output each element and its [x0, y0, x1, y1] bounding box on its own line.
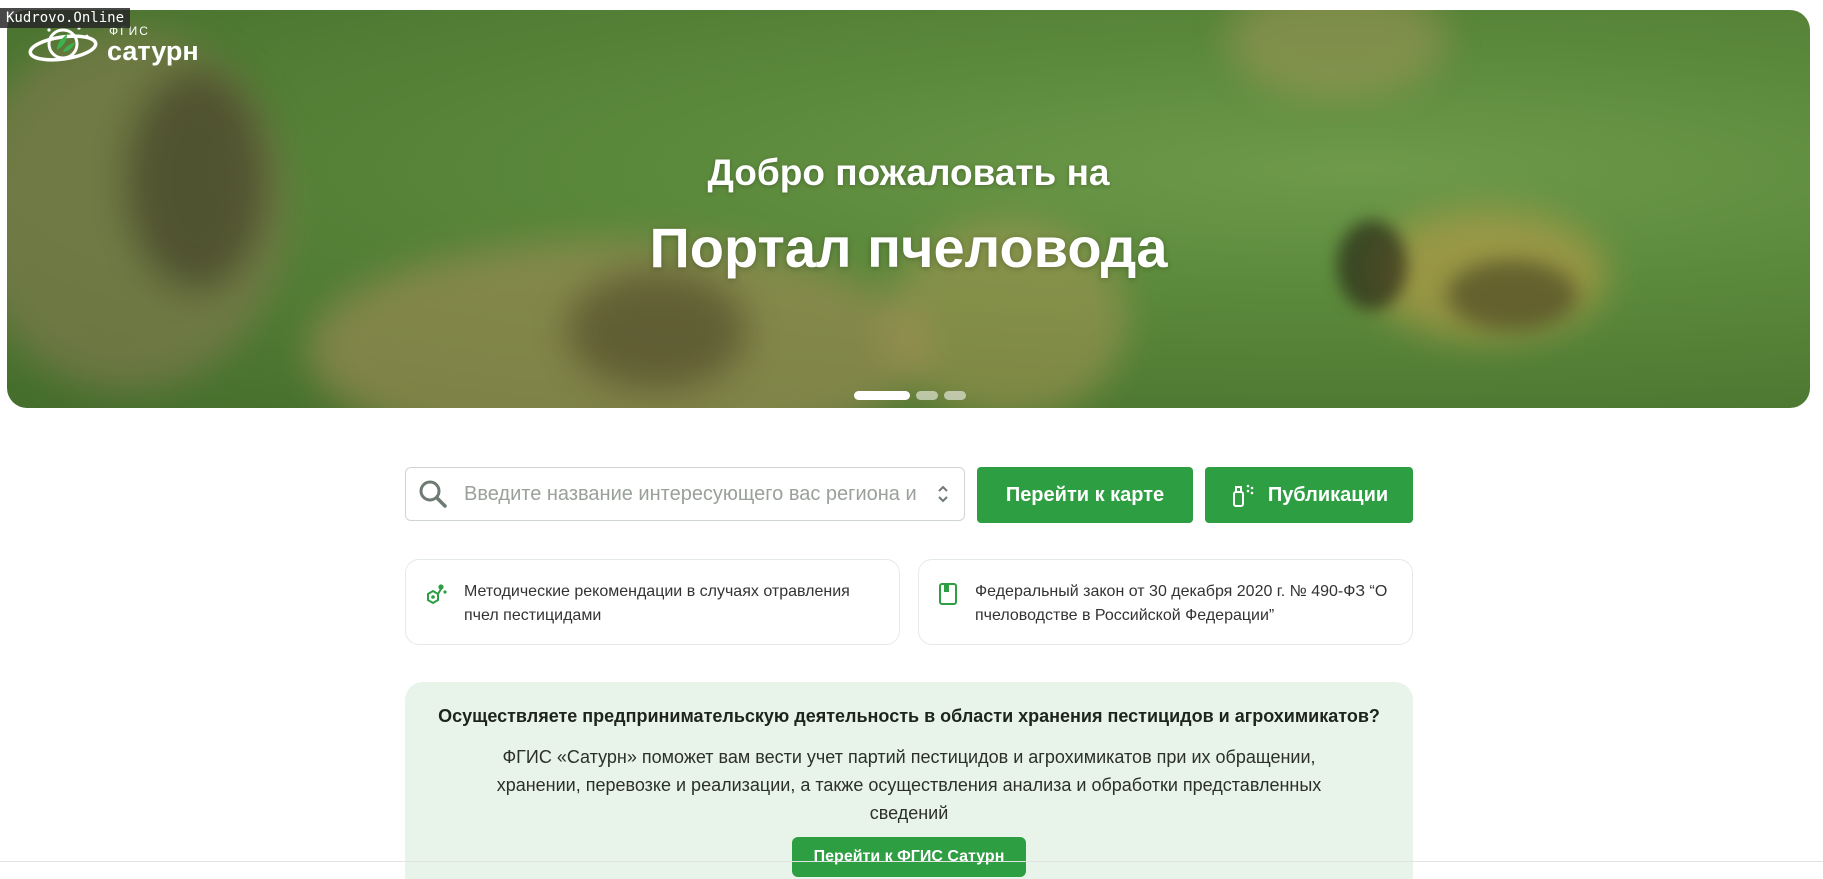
site-logo[interactable]: ФГИС сатурн — [27, 22, 199, 68]
card-text: Федеральный закон от 30 декабря 2020 г. … — [975, 583, 1388, 624]
hero-title: Портал пчеловода — [649, 216, 1168, 279]
carousel-dot-3[interactable] — [944, 391, 966, 400]
carousel-dot-1[interactable] — [854, 391, 910, 400]
go-to-saturn-button[interactable]: Перейти к ФГИС Сатурн — [791, 837, 1027, 877]
carousel-dots — [854, 391, 966, 400]
hero-carousel: ФГИС сатурн Добро пожаловать на Портал п… — [7, 10, 1810, 408]
logo-name: сатурн — [107, 36, 199, 66]
card-recommendations[interactable]: Методические рекомендации в случаях отра… — [405, 559, 900, 645]
spray-bottle-icon — [1232, 484, 1254, 507]
promo-question: Осуществляете предпринимательскую деятел… — [438, 706, 1380, 726]
saturn-promo-panel: Осуществляете предпринимательскую деятел… — [405, 682, 1413, 879]
region-search[interactable] — [405, 467, 965, 521]
hero-subtitle: Добро пожаловать на — [707, 152, 1110, 193]
saturn-logo-icon — [28, 26, 98, 62]
hero-bg-shape — [567, 270, 747, 390]
chevron-updown-icon[interactable] — [936, 483, 950, 505]
promo-text: ФГИС «Сатурн» поможет вам вести учет пар… — [496, 747, 1322, 823]
publications-button[interactable]: Публикации — [1205, 467, 1413, 523]
page-divider — [0, 861, 1823, 862]
go-to-map-label: Перейти к карте — [1005, 483, 1165, 506]
search-input[interactable] — [462, 481, 930, 507]
card-federal-law[interactable]: Федеральный закон от 30 декабря 2020 г. … — [918, 559, 1413, 645]
document-icon — [939, 583, 957, 605]
molecule-icon — [427, 584, 447, 605]
publications-label: Публикации — [1267, 483, 1389, 506]
search-icon — [419, 480, 447, 508]
watermark: Kudrovo.Online — [0, 8, 131, 28]
go-to-map-button[interactable]: Перейти к карте — [977, 467, 1193, 523]
hero-bg-shape — [1227, 10, 1447, 100]
card-text: Методические рекомендации в случаях отра… — [464, 583, 850, 624]
carousel-dot-2[interactable] — [916, 391, 938, 400]
